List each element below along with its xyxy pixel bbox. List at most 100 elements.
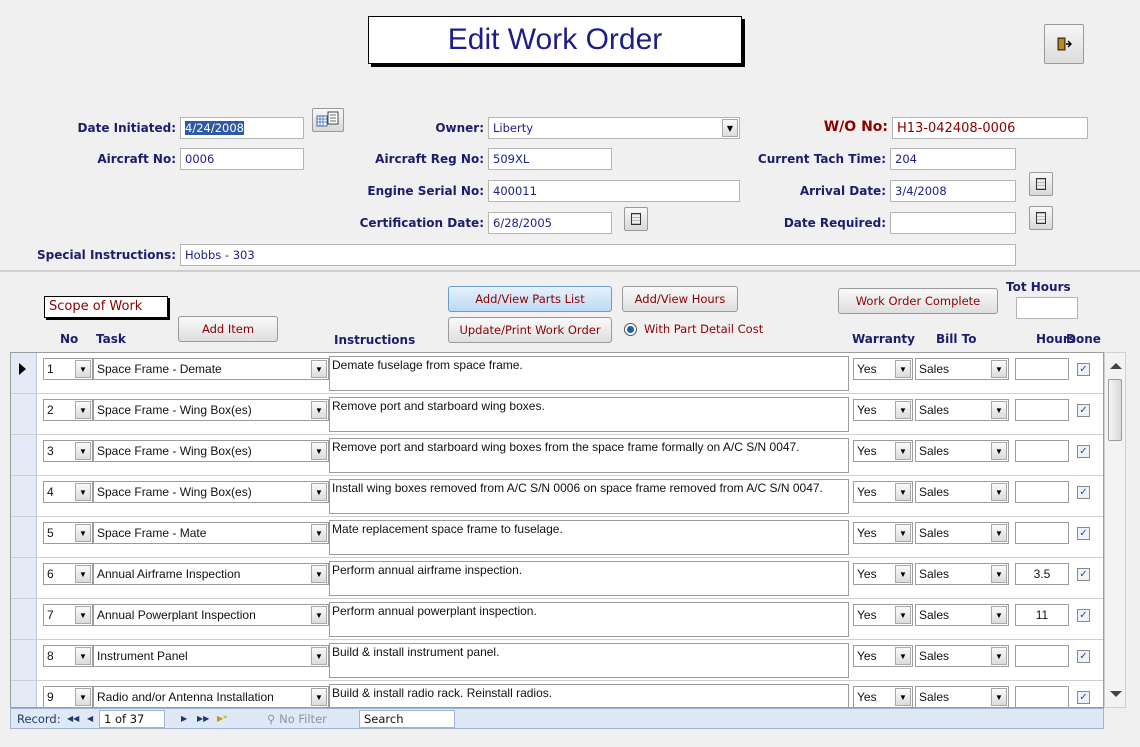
- task-dropdown[interactable]: Space Frame - Wing Box(es) ▼: [93, 440, 329, 462]
- row-no-dropdown[interactable]: 4 ▼: [43, 481, 93, 503]
- bill-to-dropdown[interactable]: Sales ▼: [915, 686, 1009, 707]
- next-record-button[interactable]: ▶: [181, 714, 187, 723]
- add-item-button[interactable]: Add Item: [178, 316, 278, 342]
- search-input[interactable]: Search: [359, 710, 455, 728]
- instructions-field[interactable]: Mate replacement space frame to fuselage…: [329, 520, 849, 555]
- hours-field[interactable]: [1015, 440, 1069, 462]
- chevron-down-icon[interactable]: ▼: [991, 401, 1007, 419]
- instructions-field[interactable]: Install wing boxes removed from A/C S/N …: [329, 479, 849, 514]
- record-position-field[interactable]: 1 of 37: [99, 710, 165, 728]
- chevron-down-icon[interactable]: ▼: [75, 606, 91, 624]
- chevron-down-icon[interactable]: ▼: [991, 606, 1007, 624]
- hours-field[interactable]: [1015, 645, 1069, 667]
- bill-to-dropdown[interactable]: Sales ▼: [915, 604, 1009, 626]
- bill-to-dropdown[interactable]: Sales ▼: [915, 522, 1009, 544]
- chevron-down-icon[interactable]: ▼: [311, 360, 327, 378]
- add-view-hours-button[interactable]: Add/View Hours: [622, 286, 738, 312]
- hours-field[interactable]: 3.5: [1015, 563, 1069, 585]
- row-no-dropdown[interactable]: 1 ▼: [43, 358, 93, 380]
- warranty-dropdown[interactable]: Yes ▼: [853, 604, 913, 626]
- last-record-button[interactable]: ▶▶: [197, 714, 209, 723]
- chevron-down-icon[interactable]: ▼: [895, 483, 911, 501]
- done-checkbox[interactable]: ✓: [1077, 609, 1090, 622]
- instructions-field[interactable]: Build & install radio rack. Reinstall ra…: [329, 684, 849, 707]
- chevron-down-icon[interactable]: ▼: [991, 688, 1007, 706]
- exit-button[interactable]: [1044, 24, 1084, 64]
- task-dropdown[interactable]: Radio and/or Antenna Installation ▼: [93, 686, 329, 707]
- done-checkbox[interactable]: ✓: [1077, 568, 1090, 581]
- row-no-dropdown[interactable]: 3 ▼: [43, 440, 93, 462]
- instructions-field[interactable]: Perform annual airframe inspection.: [329, 561, 849, 596]
- row-selector[interactable]: [11, 558, 37, 598]
- chevron-down-icon[interactable]: ▼: [311, 565, 327, 583]
- date-initiated-calendar-button[interactable]: [312, 108, 344, 132]
- cert-date-field[interactable]: 6/28/2005: [488, 212, 612, 234]
- chevron-down-icon[interactable]: ▼: [311, 688, 327, 706]
- tach-field[interactable]: 204: [890, 148, 1016, 170]
- row-selector[interactable]: [11, 640, 37, 680]
- chevron-down-icon[interactable]: ▼: [991, 442, 1007, 460]
- chevron-down-icon[interactable]: ▼: [895, 524, 911, 542]
- special-instructions-field[interactable]: Hobbs - 303: [180, 244, 1016, 266]
- date-required-field[interactable]: [890, 212, 1016, 234]
- task-dropdown[interactable]: Annual Powerplant Inspection ▼: [93, 604, 329, 626]
- row-selector[interactable]: [11, 435, 37, 475]
- warranty-dropdown[interactable]: Yes ▼: [853, 563, 913, 585]
- hours-field[interactable]: [1015, 481, 1069, 503]
- update-print-button[interactable]: Update/Print Work Order: [448, 317, 612, 343]
- task-dropdown[interactable]: Annual Airframe Inspection ▼: [93, 563, 329, 585]
- task-dropdown[interactable]: Instrument Panel ▼: [93, 645, 329, 667]
- hours-field[interactable]: [1015, 522, 1069, 544]
- row-no-dropdown[interactable]: 2 ▼: [43, 399, 93, 421]
- wo-no-field[interactable]: H13-042408-0006: [892, 117, 1088, 139]
- row-no-dropdown[interactable]: 5 ▼: [43, 522, 93, 544]
- warranty-dropdown[interactable]: Yes ▼: [853, 645, 913, 667]
- instructions-field[interactable]: Demate fuselage from space frame.: [329, 356, 849, 391]
- new-record-button[interactable]: ▶*: [217, 714, 227, 723]
- engine-serial-field[interactable]: 400011: [488, 180, 740, 202]
- chevron-down-icon[interactable]: ▼: [311, 483, 327, 501]
- chevron-down-icon[interactable]: ▼: [895, 401, 911, 419]
- row-no-dropdown[interactable]: 6 ▼: [43, 563, 93, 585]
- task-dropdown[interactable]: Space Frame - Wing Box(es) ▼: [93, 481, 329, 503]
- warranty-dropdown[interactable]: Yes ▼: [853, 481, 913, 503]
- scroll-down-icon[interactable]: [1110, 691, 1122, 697]
- chevron-down-icon[interactable]: ▼: [311, 524, 327, 542]
- chevron-down-icon[interactable]: ▼: [75, 401, 91, 419]
- done-checkbox[interactable]: ✓: [1077, 527, 1090, 540]
- row-selector[interactable]: [11, 517, 37, 557]
- scroll-thumb[interactable]: [1108, 379, 1122, 441]
- hours-field[interactable]: [1015, 358, 1069, 380]
- chevron-down-icon[interactable]: ▼: [722, 119, 738, 137]
- chevron-down-icon[interactable]: ▼: [895, 360, 911, 378]
- chevron-down-icon[interactable]: ▼: [75, 647, 91, 665]
- hours-field[interactable]: [1015, 399, 1069, 421]
- bill-to-dropdown[interactable]: Sales ▼: [915, 563, 1009, 585]
- date-initiated-field[interactable]: 4/24/2008: [180, 117, 304, 139]
- done-checkbox[interactable]: ✓: [1077, 486, 1090, 499]
- aircraft-no-field[interactable]: 0006: [180, 148, 304, 170]
- chevron-down-icon[interactable]: ▼: [311, 647, 327, 665]
- bill-to-dropdown[interactable]: Sales ▼: [915, 358, 1009, 380]
- done-checkbox[interactable]: ✓: [1077, 691, 1090, 704]
- row-selector[interactable]: [11, 353, 37, 393]
- instructions-field[interactable]: Remove port and starboard wing boxes fro…: [329, 438, 849, 473]
- aircraft-reg-field[interactable]: 509XL: [488, 148, 612, 170]
- chevron-down-icon[interactable]: ▼: [75, 442, 91, 460]
- chevron-down-icon[interactable]: ▼: [991, 483, 1007, 501]
- warranty-dropdown[interactable]: Yes ▼: [853, 399, 913, 421]
- bill-to-dropdown[interactable]: Sales ▼: [915, 645, 1009, 667]
- chevron-down-icon[interactable]: ▼: [75, 565, 91, 583]
- chevron-down-icon[interactable]: ▼: [75, 688, 91, 706]
- chevron-down-icon[interactable]: ▼: [311, 606, 327, 624]
- grid-scrollbar[interactable]: [1104, 352, 1126, 708]
- part-detail-radio[interactable]: [624, 323, 637, 336]
- chevron-down-icon[interactable]: ▼: [75, 524, 91, 542]
- hours-field[interactable]: 11: [1015, 604, 1069, 626]
- task-dropdown[interactable]: Space Frame - Mate ▼: [93, 522, 329, 544]
- row-selector[interactable]: [11, 476, 37, 516]
- instructions-field[interactable]: Remove port and starboard wing boxes.: [329, 397, 849, 432]
- owner-dropdown[interactable]: Liberty ▼: [488, 117, 740, 139]
- instructions-field[interactable]: Perform annual powerplant inspection.: [329, 602, 849, 637]
- row-no-dropdown[interactable]: 7 ▼: [43, 604, 93, 626]
